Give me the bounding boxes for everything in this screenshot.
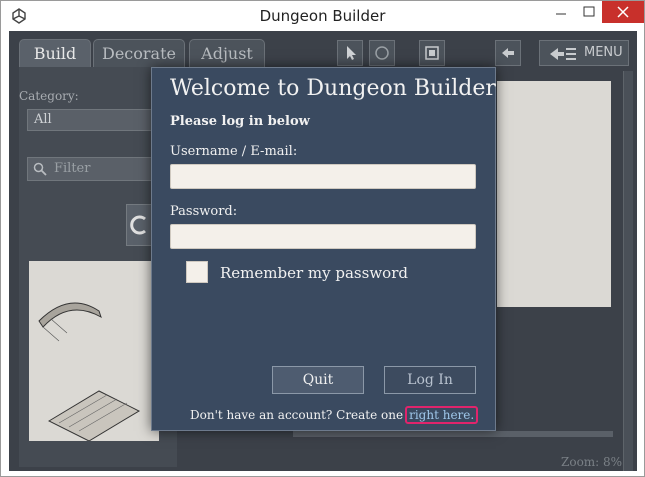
dungeon-pieces-image [38,302,141,442]
pointer-icon [347,46,356,60]
remember-label[interactable]: Remember my password [220,264,408,282]
scrollbar[interactable] [623,71,633,471]
create-account-link[interactable]: right here. [405,406,479,424]
category-label: Category: [19,89,79,103]
password-label: Password: [170,204,238,219]
password-field[interactable] [170,224,476,249]
horizontal-scrollbar[interactable] [293,431,613,437]
app-window: Dungeon Builder Build Decorate Adjust ME… [0,0,645,477]
search-icon [33,162,47,176]
username-field[interactable] [170,164,476,189]
tab-adjust[interactable]: Adjust [189,39,265,67]
create-account-text: Don't have an account? Create one [190,408,404,422]
maximize-button[interactable] [575,1,603,23]
menu-arrow-icon [550,48,576,60]
quit-button[interactable]: Quit [272,366,364,394]
title-bar[interactable]: Dungeon Builder [1,1,644,31]
tab-build[interactable]: Build [19,39,91,67]
frame-icon [425,46,439,60]
login-dialog: Welcome to Dungeon Builder Please log in… [151,67,496,431]
login-button[interactable]: Log In [384,366,476,394]
rotate-piece-button[interactable] [126,204,152,246]
close-icon [617,6,629,18]
dialog-subtitle: Please log in below [170,114,310,129]
rotate-arrow-icon [130,215,146,235]
rotate-icon [375,46,389,60]
rotate-tool-button[interactable] [369,40,395,66]
minimize-icon [556,13,566,15]
undo-icon [502,48,514,58]
create-account-row: Don't have an account? Create one right h… [190,406,479,424]
category-select[interactable]: All [27,109,152,131]
undo-button[interactable] [495,40,521,66]
close-button[interactable] [602,1,644,23]
username-label: Username / E-mail: [170,144,298,159]
dialog-title: Welcome to Dungeon Builder [170,76,496,101]
right-preview-panel [497,81,611,307]
remember-checkbox[interactable] [186,261,208,283]
tab-decorate[interactable]: Decorate [93,39,185,67]
maximize-icon [583,6,595,17]
piece-preview[interactable] [29,261,159,442]
select-tool-button[interactable] [337,40,363,66]
menu-button[interactable]: MENU [539,40,629,66]
minimize-button[interactable] [547,1,575,23]
zoom-readout: Zoom: 8% [561,455,623,469]
frame-tool-button[interactable] [419,40,445,66]
menu-label: MENU [584,45,623,60]
